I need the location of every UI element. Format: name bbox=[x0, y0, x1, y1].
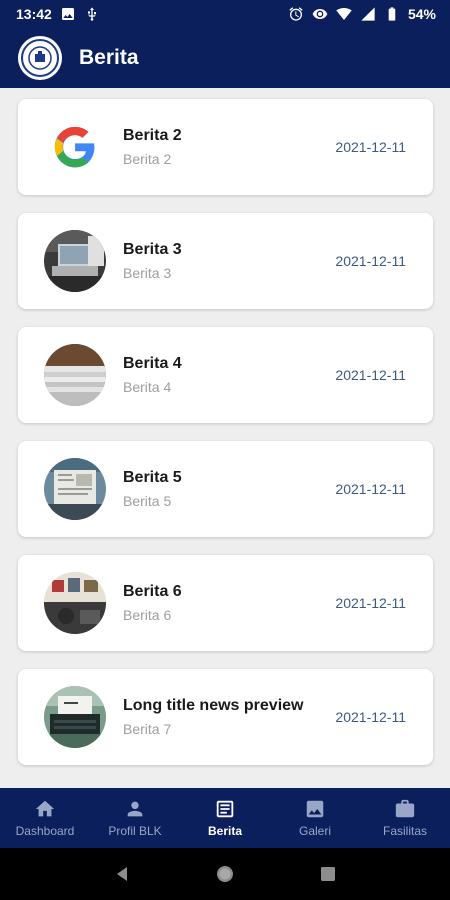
news-date: 2021-12-11 bbox=[335, 367, 406, 383]
nav-label: Profil BLK bbox=[108, 824, 162, 838]
laptop-photo bbox=[44, 230, 106, 292]
news-subtitle: Berita 5 bbox=[123, 493, 172, 509]
image-icon bbox=[304, 798, 326, 820]
news-subtitle: Berita 3 bbox=[123, 265, 172, 281]
news-card[interactable]: Berita 3 Berita 3 2021-12-11 bbox=[18, 213, 433, 309]
news-card[interactable]: Berita 4 Berita 4 2021-12-11 bbox=[18, 327, 433, 423]
status-left: 13:42 bbox=[16, 6, 100, 22]
news-date: 2021-12-11 bbox=[335, 595, 406, 611]
news-subtitle: Berita 7 bbox=[123, 721, 172, 737]
news-date: 2021-12-11 bbox=[335, 481, 406, 497]
news-title: Berita 6 bbox=[123, 583, 182, 600]
alarm-icon bbox=[288, 6, 304, 22]
newsroom-photo bbox=[44, 572, 106, 634]
news-date: 2021-12-11 bbox=[335, 253, 406, 269]
news-card[interactable]: Berita 2 Berita 2 2021-12-11 bbox=[18, 99, 433, 195]
news-subtitle: Berita 2 bbox=[123, 151, 172, 167]
status-right: 54% bbox=[288, 6, 436, 22]
news-date: 2021-12-11 bbox=[335, 709, 406, 725]
nav-label: Galeri bbox=[298, 824, 331, 838]
nav-label: Dashboard bbox=[15, 824, 75, 838]
app-bar: Berita bbox=[0, 28, 450, 88]
system-nav-bar bbox=[0, 848, 450, 900]
wifi-icon bbox=[336, 6, 352, 22]
nav-galeri[interactable]: Galeri bbox=[270, 788, 360, 848]
typewriter-photo bbox=[44, 686, 106, 748]
signal-icon bbox=[360, 6, 376, 22]
news-subtitle: Berita 6 bbox=[123, 607, 172, 623]
news-title: Berita 3 bbox=[123, 241, 182, 258]
news-card[interactable]: Long title news preview Berita 7 2021-12… bbox=[18, 669, 433, 765]
newspaper-stack-photo bbox=[44, 344, 106, 406]
news-card[interactable]: Berita 5 Berita 5 2021-12-11 bbox=[18, 441, 433, 537]
home-circle-icon[interactable] bbox=[214, 863, 236, 885]
google-logo-icon bbox=[44, 116, 106, 178]
page-title: Berita bbox=[79, 46, 139, 69]
nav-berita[interactable]: Berita bbox=[180, 788, 270, 848]
recents-icon[interactable] bbox=[317, 863, 339, 885]
usb-debug-icon bbox=[84, 6, 100, 22]
image-notification-icon bbox=[60, 6, 76, 22]
app-logo bbox=[18, 36, 62, 80]
status-time: 13:42 bbox=[16, 6, 52, 22]
nav-fasilitas[interactable]: Fasilitas bbox=[360, 788, 450, 848]
battery-percent: 54% bbox=[407, 6, 436, 22]
reading-newspaper-photo bbox=[44, 458, 106, 520]
nav-label: Berita bbox=[207, 824, 242, 838]
news-card[interactable]: Berita 6 Berita 6 2021-12-11 bbox=[18, 555, 433, 651]
article-icon bbox=[214, 798, 236, 820]
news-title: Long title news preview bbox=[123, 697, 304, 714]
news-title: Berita 5 bbox=[123, 469, 182, 486]
status-bar: 13:42 54% bbox=[0, 0, 450, 28]
news-title: Berita 2 bbox=[123, 127, 182, 144]
news-list[interactable]: Berita 2 Berita 2 2021-12-11 Berita 3 Be… bbox=[0, 88, 450, 788]
nav-profil-blk[interactable]: Profil BLK bbox=[90, 788, 180, 848]
bottom-nav: Dashboard Profil BLK Berita Galeri Fasil… bbox=[0, 788, 450, 848]
home-icon bbox=[34, 798, 56, 820]
news-date: 2021-12-11 bbox=[335, 139, 406, 155]
news-title: Berita 4 bbox=[123, 355, 182, 372]
nav-dashboard[interactable]: Dashboard bbox=[0, 788, 90, 848]
person-icon bbox=[124, 798, 146, 820]
news-subtitle: Berita 4 bbox=[123, 379, 172, 395]
briefcase-icon bbox=[394, 798, 416, 820]
nav-label: Fasilitas bbox=[382, 824, 427, 838]
back-icon[interactable] bbox=[111, 863, 133, 885]
data-saver-icon bbox=[312, 6, 328, 22]
battery-icon bbox=[384, 6, 400, 22]
